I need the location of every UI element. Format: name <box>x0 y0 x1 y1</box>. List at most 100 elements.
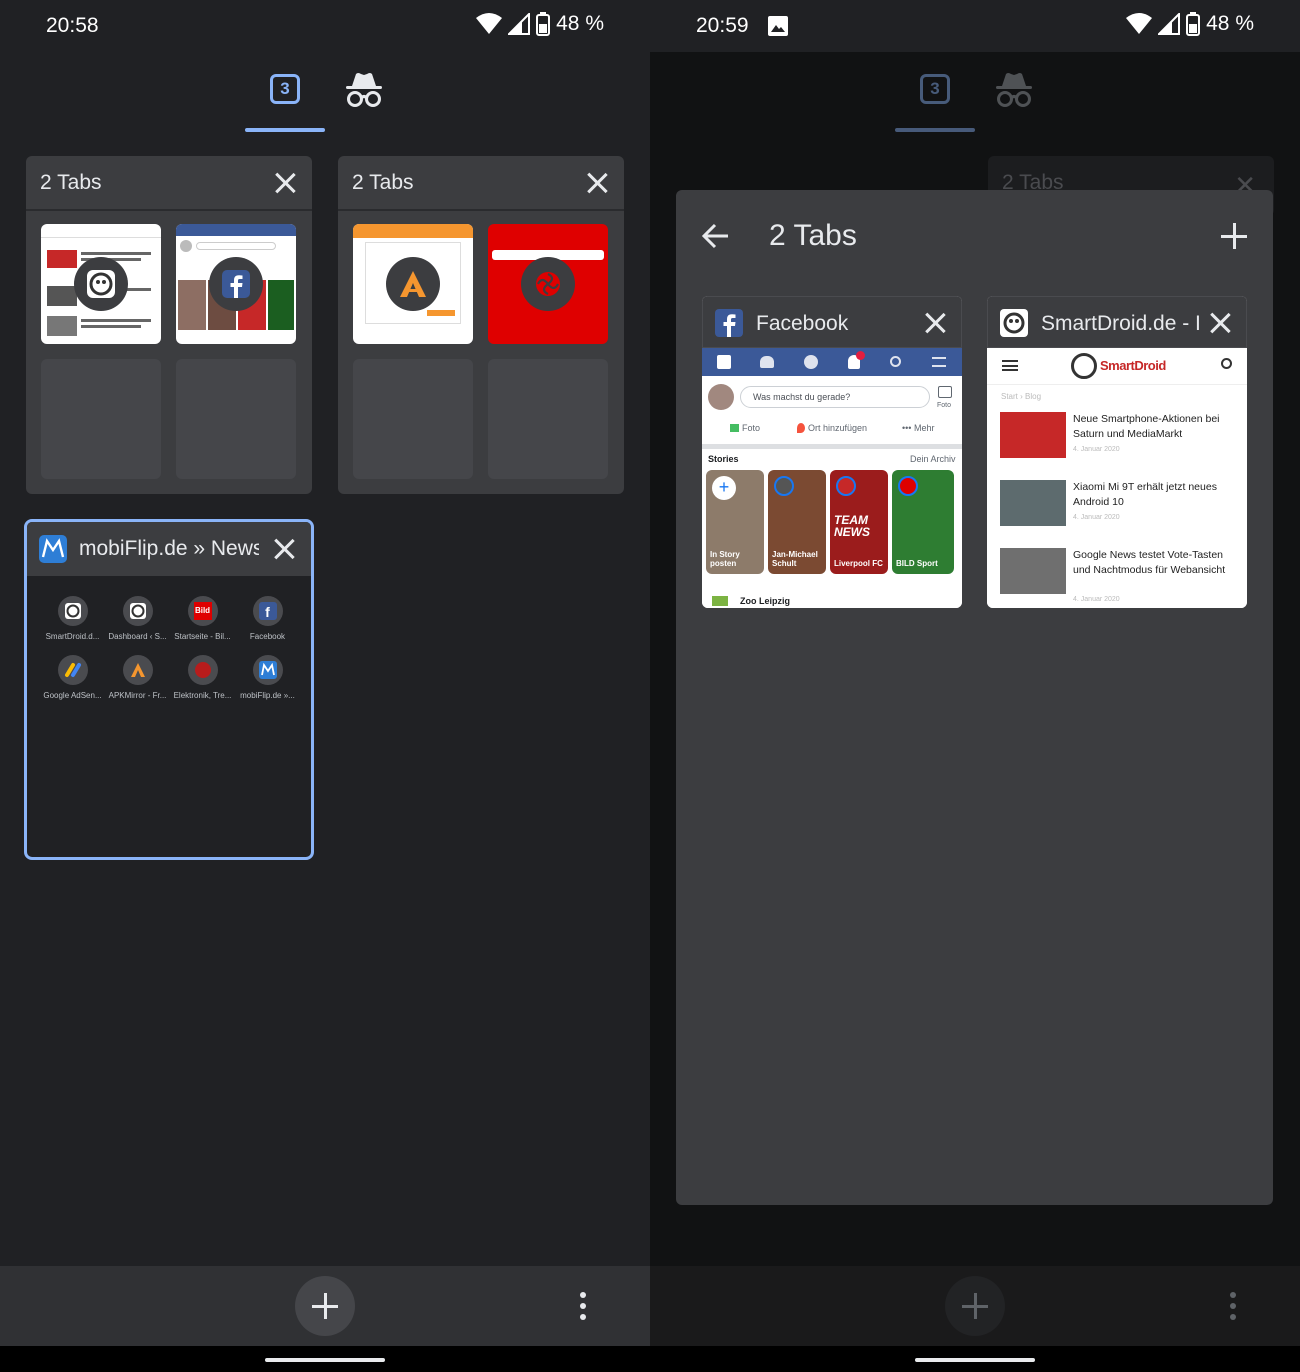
tab-card-header: SmartDroid.de - I <box>987 296 1247 348</box>
selected-tab-card[interactable]: mobiFlip.de » News SmartDroid.d... Dashb… <box>24 519 314 860</box>
battery-percent: 48 % <box>1206 12 1254 35</box>
more-options-icon[interactable] <box>578 1292 588 1322</box>
home-handle[interactable] <box>265 1358 385 1362</box>
story-overlay-text: TEAM NEWS <box>834 513 870 539</box>
archive-link[interactable]: Dein Archiv <box>910 454 956 464</box>
tab-group-header: 2 Tabs <box>338 156 624 210</box>
story-avatar <box>774 476 794 496</box>
tab-group-title: 2 Tabs <box>352 171 414 194</box>
home-handle[interactable] <box>915 1358 1035 1362</box>
back-arrow-icon[interactable] <box>702 223 730 249</box>
empty-tab-slot <box>176 359 296 479</box>
selected-tab-indicator <box>895 128 975 132</box>
close-icon[interactable] <box>586 172 608 194</box>
article-item[interactable]: Neue Smartphone-Aktionen bei Saturn und … <box>987 410 1247 470</box>
signal-icon <box>508 13 531 35</box>
tab-group-card[interactable]: 2 Tabs <box>338 156 624 494</box>
tab-count: 3 <box>930 79 940 98</box>
tab-thumbnail-smartdroid <box>41 224 161 344</box>
article-item[interactable]: Xiaomi Mi 9T erhält jetzt neues Android … <box>987 478 1247 538</box>
article-title: Xiaomi Mi 9T erhält jetzt neues Android … <box>1073 481 1217 508</box>
incognito-icon[interactable] <box>344 70 384 110</box>
tile-label: Elektronik, Tre... <box>173 691 232 700</box>
article-date: 4. Januar 2020 <box>1073 596 1120 603</box>
most-visited-tile[interactable]: Elektronik, Tre... <box>170 655 235 700</box>
tab-group-card[interactable]: 2 Tabs <box>26 156 312 494</box>
post-author: Zoo Leipzig <box>740 596 790 606</box>
article-date: 4. Januar 2020 <box>1073 446 1120 453</box>
tile-label: Facebook <box>249 632 286 641</box>
status-bar: 20:59 48 % <box>650 0 1300 52</box>
tab-group-title: 2 Tabs <box>40 171 102 194</box>
smartdroid-page-preview: SmartDroid Start › Blog Neue Smartphone-… <box>987 348 1247 608</box>
photo-icon <box>938 386 952 398</box>
dialog-title: 2 Tabs <box>769 219 857 252</box>
composer-input[interactable]: Was machst du gerade? <box>740 386 930 408</box>
mediamarkt-icon <box>187 655 218 685</box>
article-item[interactable]: Google News testet Vote-Tasten und Nacht… <box>987 546 1247 608</box>
add-tab-icon[interactable] <box>1221 223 1247 249</box>
tab-card-facebook[interactable]: Facebook Was machst du gerade? Foto Foto… <box>702 296 962 608</box>
article-thumbnail <box>1000 548 1066 594</box>
wifi-icon <box>1126 13 1153 34</box>
apkmirror-icon <box>386 257 440 311</box>
composer-placeholder: Was machst du gerade? <box>753 392 851 402</box>
status-time: 20:59 <box>696 14 749 37</box>
close-icon[interactable] <box>273 538 295 560</box>
story-card[interactable]: TEAM NEWS Liverpool FC <box>830 470 888 574</box>
tile-label: mobiFlip.de »... <box>240 691 295 700</box>
divider <box>26 209 312 211</box>
tab-title: SmartDroid.de - I <box>1041 312 1201 335</box>
smartdroid-logo-icon <box>1071 353 1097 379</box>
signal-icon <box>1158 13 1181 35</box>
tab-group-dialog: 2 Tabs Facebook Was machst du gerade? Fo… <box>676 190 1273 1205</box>
tab-thumbnail-facebook <box>176 224 296 344</box>
most-visited-tile[interactable]: mobiFlip.de »... <box>235 655 300 700</box>
tab-count: 3 <box>280 79 290 98</box>
battery-icon <box>536 12 551 36</box>
most-visited-tile[interactable]: Google AdSen... <box>40 655 105 700</box>
more-action[interactable]: ••• Mehr <box>902 423 934 433</box>
most-visited-tile[interactable]: Dashboard ‹ S... <box>105 596 170 641</box>
mobiflip-icon <box>39 535 67 568</box>
most-visited-tile[interactable]: SmartDroid.d... <box>40 596 105 641</box>
most-visited-tile[interactable]: APKMirror - Fr... <box>105 655 170 700</box>
tab-switcher-screen: 20:58 48 % 3 2 Tabs 2 Tabs mobiFlip.de »… <box>0 0 650 1372</box>
tab-thumbnail-mediamarkt <box>488 224 608 344</box>
article-thumbnail <box>1000 412 1066 458</box>
close-icon[interactable] <box>924 312 946 334</box>
location-pin-icon <box>797 423 805 433</box>
most-visited-tile[interactable]: f Facebook <box>235 596 300 641</box>
tile-label: SmartDroid.d... <box>45 632 100 641</box>
selected-tab-indicator <box>245 128 325 132</box>
apkmirror-icon <box>122 655 153 685</box>
divider <box>702 444 962 449</box>
photo-action[interactable]: Foto <box>742 423 760 433</box>
close-icon[interactable] <box>274 172 296 194</box>
photo-action-icon <box>730 424 739 432</box>
close-icon[interactable] <box>1209 312 1231 334</box>
incognito-icon <box>996 73 1032 107</box>
story-card[interactable]: Jan-Michael Schult <box>768 470 826 574</box>
tab-card-header: Facebook <box>702 296 962 348</box>
search-icon <box>890 356 901 367</box>
divider <box>338 209 624 211</box>
story-label: Liverpool FC <box>834 559 883 568</box>
new-tab-button <box>945 1276 1005 1336</box>
smartdroid-icon <box>57 596 88 626</box>
hamburger-middle <box>1002 364 1018 367</box>
status-time: 20:58 <box>46 14 99 37</box>
add-story-icon: + <box>712 476 736 500</box>
tab-card-smartdroid[interactable]: SmartDroid.de - I SmartDroid Start › Blo… <box>987 296 1247 608</box>
location-action[interactable]: Ort hinzufügen <box>808 423 867 433</box>
normal-tabs-icon[interactable]: 3 <box>270 74 300 104</box>
tile-label: Dashboard ‹ S... <box>108 632 167 641</box>
story-card[interactable]: BILD Sport <box>892 470 954 574</box>
zoo-leipzig-icon <box>712 596 728 606</box>
home-icon <box>717 355 731 369</box>
new-tab-button[interactable] <box>295 1276 355 1336</box>
most-visited-tile[interactable]: Bild Startseite - Bil... <box>170 596 235 641</box>
tab-model-switcher: 3 <box>650 52 1300 134</box>
story-card[interactable]: + In Story posten <box>706 470 764 574</box>
adsense-icon <box>57 655 88 685</box>
